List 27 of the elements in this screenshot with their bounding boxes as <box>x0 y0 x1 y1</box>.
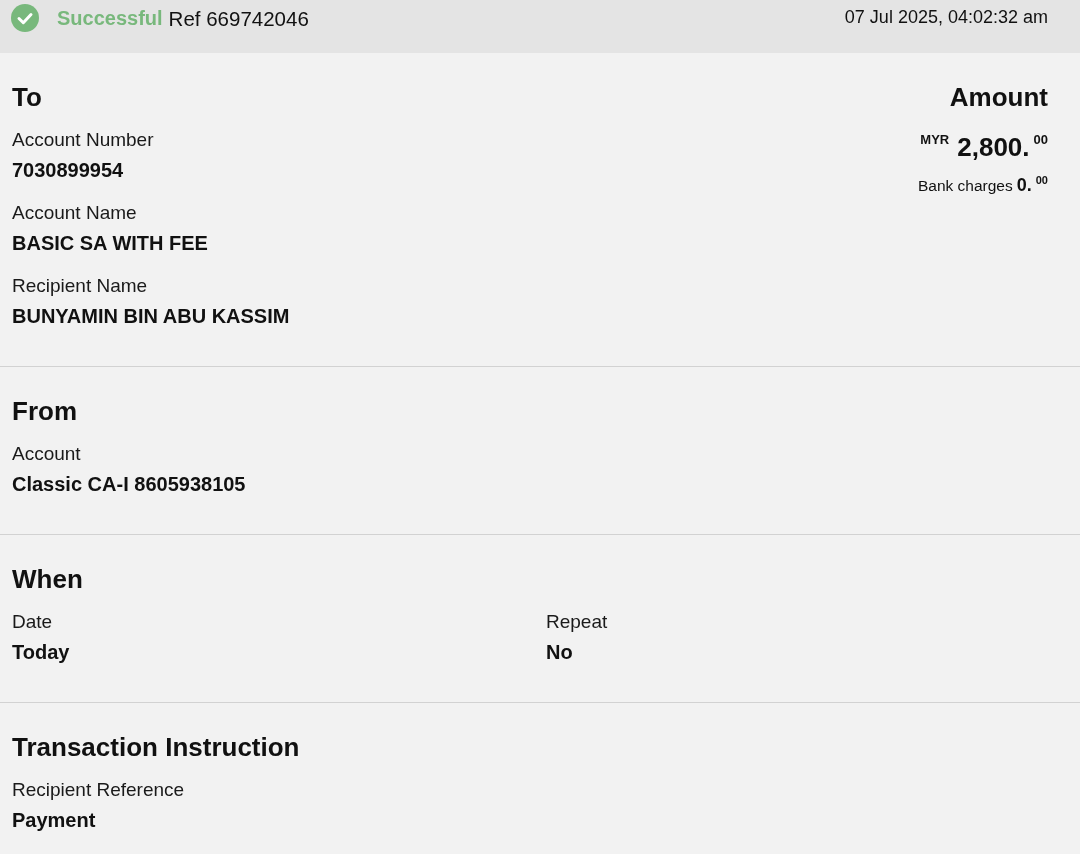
currency-code: MYR <box>920 131 950 149</box>
field-value: Payment <box>12 808 96 833</box>
section-title: From <box>12 396 77 426</box>
field-label: Recipient Reference <box>12 778 185 802</box>
field-value: Classic CA-I 8605938105 <box>12 472 246 497</box>
field-value: Today <box>12 640 70 665</box>
check-circle-icon <box>11 4 39 32</box>
amount-value: 2,800.$^{00}$ <box>957 131 1048 163</box>
reference-number: Ref 669742046 <box>168 6 309 31</box>
section-title: To <box>12 82 42 112</box>
field-value: BUNYAMIN BIN ABU KASSIM <box>12 304 290 329</box>
field-label: Repeat <box>546 610 608 634</box>
amount-title: Amount <box>949 82 1048 112</box>
status-label: Successful <box>57 6 163 30</box>
field-label: Account Number <box>12 128 154 152</box>
field-value: No <box>546 640 573 665</box>
field-value: BASIC SA WITH FEE <box>12 231 208 256</box>
timestamp: 07 Jul 2025, 04:02:32 am <box>844 6 1048 29</box>
section-title: When <box>12 564 83 594</box>
field-label: Account Name <box>12 201 137 225</box>
section-title: Transaction Instruction <box>12 732 300 762</box>
bank-charges-label: Bank charges <box>917 176 1013 196</box>
field-label: Recipient Name <box>12 274 148 298</box>
bank-charges-value: 0.$^{00}$ <box>1016 174 1048 196</box>
field-label: Date <box>12 610 53 634</box>
field-label: Account <box>12 442 81 466</box>
field-value: 7030899954 <box>12 158 124 183</box>
